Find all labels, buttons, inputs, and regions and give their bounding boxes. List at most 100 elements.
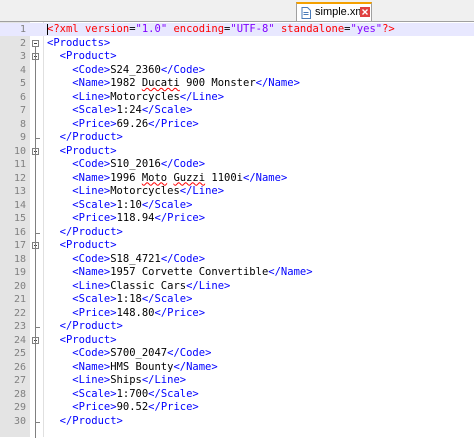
code-text: </Product> [47, 131, 123, 144]
code-line[interactable]: 24 <Product> [0, 334, 474, 347]
line-number: 2 [0, 37, 26, 50]
code-token: "yes" [351, 23, 383, 35]
code-line[interactable]: 11 <Code>S10_2016</Code> [0, 158, 474, 171]
code-token: <Products> [47, 37, 110, 49]
code-token: <Line> [72, 280, 110, 292]
code-token: <Scale> [72, 293, 116, 305]
code-token: </Name> [268, 266, 312, 278]
code-text: <Price>148.80</Price> [47, 307, 205, 320]
code-text: <Name>1996 Moto Guzzi 1100i</Name> [47, 172, 287, 185]
code-token: S24_2360 [110, 64, 161, 76]
fold-toggle-icon[interactable] [32, 40, 39, 47]
code-token: </Name> [256, 77, 300, 89]
fold-end-marker [35, 422, 40, 423]
tab-bar: simple.xml [0, 0, 474, 22]
line-number: 23 [0, 320, 26, 333]
code-token: S10_2016 [110, 158, 161, 170]
code-text: <Code>S18_4721</Code> [47, 253, 205, 266]
code-token [47, 172, 72, 184]
code-line[interactable]: 2 <Products> [0, 37, 474, 50]
code-token [47, 226, 60, 238]
code-line[interactable]: 30 </Product> [0, 415, 474, 428]
code-token [47, 361, 72, 373]
code-line[interactable]: 21 <Scale>1:18</Scale> [0, 293, 474, 306]
line-number: 10 [0, 145, 26, 158]
code-text: <Name>1957 Corvette Convertible</Name> [47, 266, 313, 279]
code-token: </Price> [155, 307, 206, 319]
tab-simple-xml[interactable]: simple.xml [296, 2, 372, 21]
code-token [47, 145, 60, 157]
code-token: <Name> [72, 77, 110, 89]
code-token [47, 374, 72, 386]
code-line[interactable]: 25 <Code>S700_2047</Code> [0, 347, 474, 360]
code-text: <Scale>1:10</Scale> [47, 199, 192, 212]
code-line[interactable]: 3 <Product> [0, 50, 474, 63]
code-line[interactable]: 20 <Line>Classic Cars</Line> [0, 280, 474, 293]
line-number: 7 [0, 104, 26, 117]
code-line[interactable]: 27 <Line>Ships</Line> [0, 374, 474, 387]
code-text: <Name>1982 Ducati 900 Monster</Name> [47, 77, 300, 90]
code-line[interactable]: 5 <Name>1982 Ducati 900 Monster</Name> [0, 77, 474, 90]
code-token [47, 185, 72, 197]
code-line[interactable]: 23 </Product> [0, 320, 474, 333]
line-number: 26 [0, 361, 26, 374]
code-text: <Price>90.52</Price> [47, 401, 199, 414]
code-line[interactable]: 1<?xml version="1.0" encoding="UTF-8" st… [0, 23, 474, 36]
code-text: <Price>118.94</Price> [47, 212, 205, 225]
code-token: </Price> [155, 212, 206, 224]
code-token: encoding [173, 23, 224, 35]
code-line[interactable]: 16 </Product> [0, 226, 474, 239]
code-line[interactable]: 17 <Product> [0, 239, 474, 252]
code-text: </Product> [47, 415, 123, 428]
code-token: </Code> [161, 253, 205, 265]
close-icon[interactable] [360, 7, 370, 17]
code-line[interactable]: 4 <Code>S24_2360</Code> [0, 64, 474, 77]
code-token [47, 253, 72, 265]
code-line[interactable]: 10 <Product> [0, 145, 474, 158]
code-line[interactable]: 29 <Price>90.52</Price> [0, 401, 474, 414]
code-token: </Line> [180, 185, 224, 197]
code-line[interactable]: 22 <Price>148.80</Price> [0, 307, 474, 320]
code-text: <Line>Classic Cars</Line> [47, 280, 230, 293]
code-line[interactable]: 13 <Line>Motorcycles</Line> [0, 185, 474, 198]
code-token: </Product> [60, 415, 123, 427]
code-token: </Scale> [142, 293, 193, 305]
code-line[interactable]: 8 <Price>69.26</Price> [0, 118, 474, 131]
code-line[interactable]: 26 <Name>HMS Bounty</Name> [0, 361, 474, 374]
code-token: <Code> [72, 347, 110, 359]
code-line[interactable]: 12 <Name>1996 Moto Guzzi 1100i</Name> [0, 172, 474, 185]
text-caret [47, 24, 48, 35]
code-token: S18_4721 [110, 253, 161, 265]
code-line[interactable]: 6 <Line>Motorcycles</Line> [0, 91, 474, 104]
code-token: 148.80 [117, 307, 155, 319]
code-token [47, 104, 72, 116]
code-token: standalone [281, 23, 344, 35]
code-token: </Product> [60, 131, 123, 143]
code-line[interactable]: 19 <Name>1957 Corvette Convertible</Name… [0, 266, 474, 279]
code-token [47, 199, 72, 211]
code-token [47, 280, 72, 292]
code-text: </Product> [47, 226, 123, 239]
code-token [47, 415, 60, 427]
code-editor[interactable]: 1<?xml version="1.0" encoding="UTF-8" st… [0, 22, 474, 437]
code-token: </Code> [161, 158, 205, 170]
code-line[interactable]: 7 <Scale>1:24</Scale> [0, 104, 474, 117]
line-number: 21 [0, 293, 26, 306]
code-token: 1:18 [117, 293, 142, 305]
code-line[interactable]: 9 </Product> [0, 131, 474, 144]
code-token: S700_2047 [110, 347, 167, 359]
code-line[interactable]: 15 <Price>118.94</Price> [0, 212, 474, 225]
code-token: <Line> [72, 91, 110, 103]
line-number: 9 [0, 131, 26, 144]
code-token: "1.0" [136, 23, 174, 35]
line-number: 30 [0, 415, 26, 428]
code-token [47, 158, 72, 170]
code-token: <Line> [72, 185, 110, 197]
code-line[interactable]: 18 <Code>S18_4721</Code> [0, 253, 474, 266]
code-line[interactable]: 28 <Scale>1:700</Scale> [0, 388, 474, 401]
code-line[interactable]: 14 <Scale>1:10</Scale> [0, 199, 474, 212]
code-text: <Line>Ships</Line> [47, 374, 186, 387]
code-token [47, 64, 72, 76]
code-token: <Code> [72, 158, 110, 170]
code-token: </Scale> [142, 104, 193, 116]
